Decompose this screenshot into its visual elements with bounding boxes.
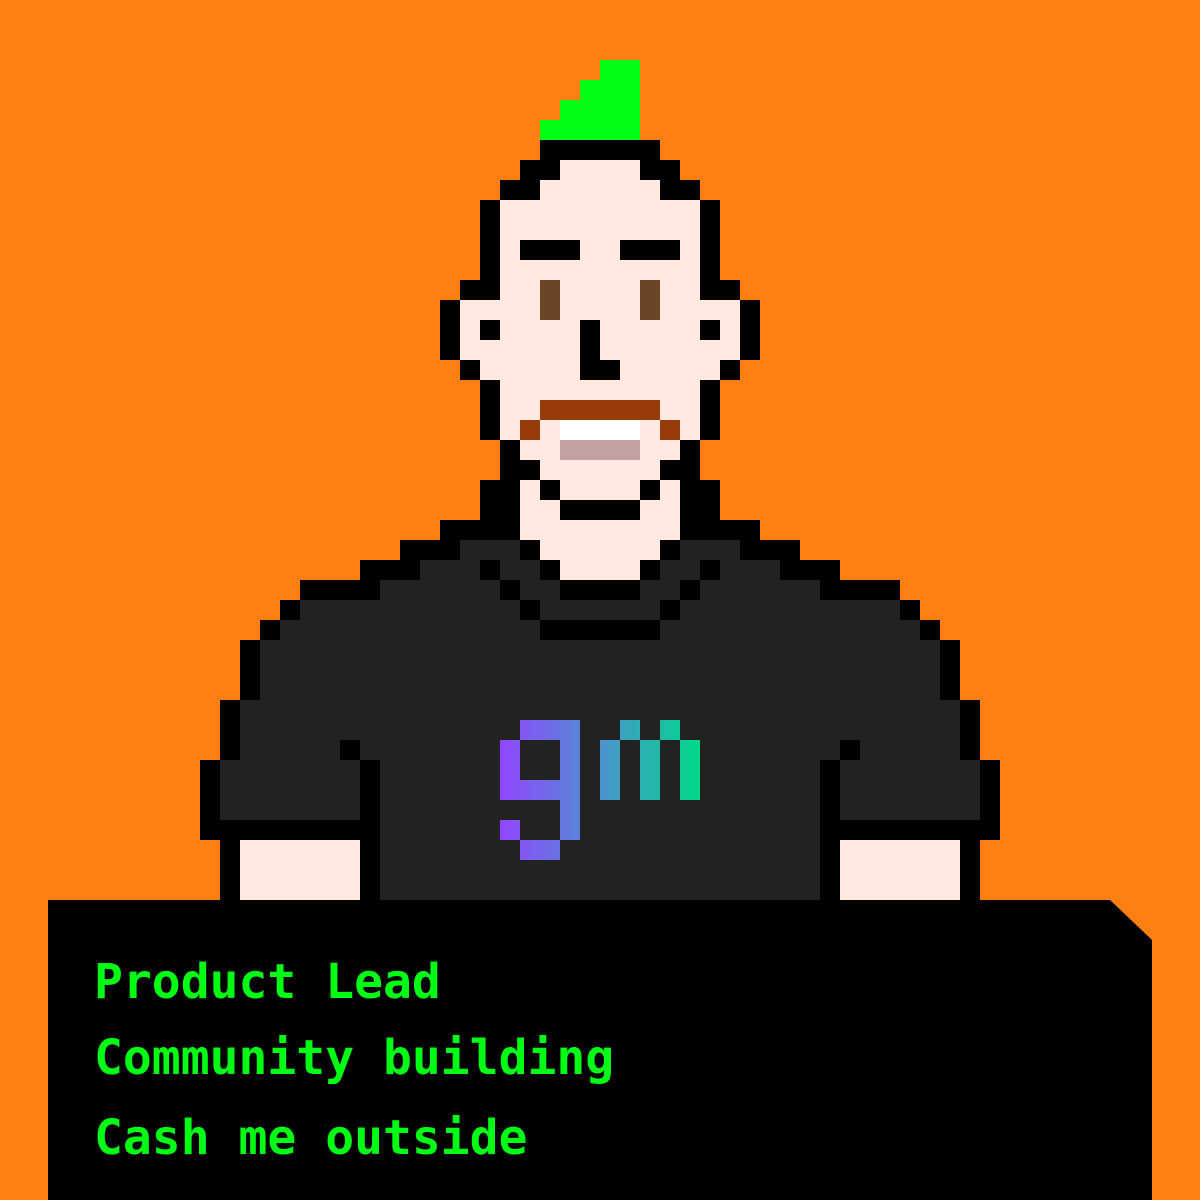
right-arm xyxy=(820,840,980,900)
info-panel: Product Lead Community building Cash me … xyxy=(48,900,1152,1200)
mouth xyxy=(560,420,640,460)
focus-text: Community building xyxy=(94,1030,615,1086)
left-arm xyxy=(220,840,380,900)
role-text: Product Lead xyxy=(94,954,441,1010)
tagline-text: Cash me outside xyxy=(94,1110,528,1166)
